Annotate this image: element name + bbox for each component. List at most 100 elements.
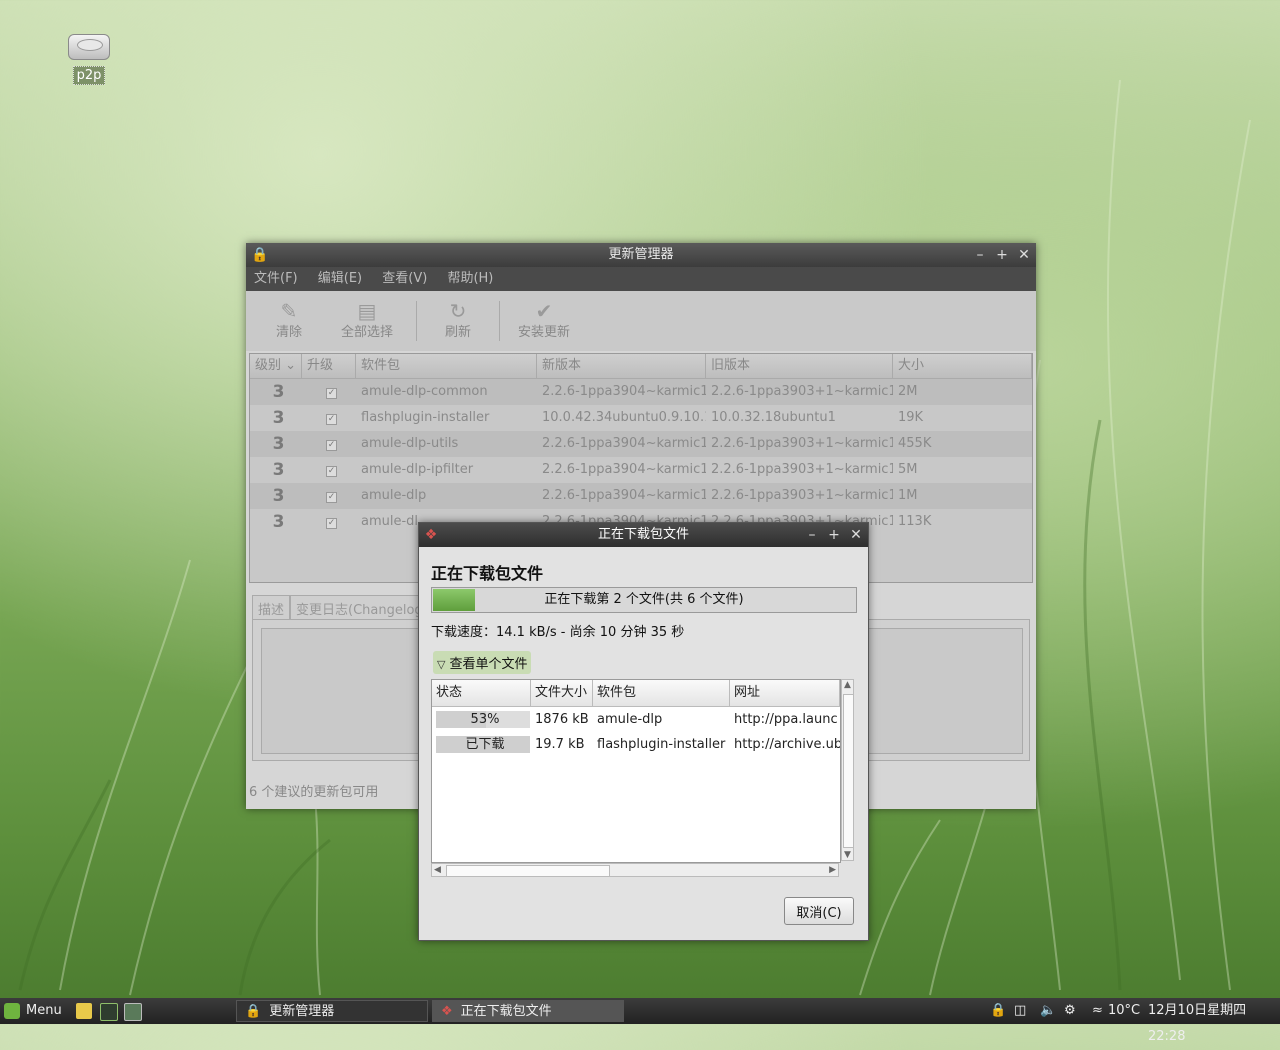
- scroll-thumb[interactable]: [446, 865, 610, 877]
- minimize-button[interactable]: –: [970, 243, 990, 267]
- show-files-expander[interactable]: ▽ 查看单个文件: [433, 651, 532, 674]
- download-dialog-title: 正在下载包文件: [597, 527, 689, 542]
- scroll-left-icon[interactable]: ◀: [434, 865, 441, 875]
- desktop-icon-label: p2p: [72, 66, 106, 85]
- menu-label: Menu: [26, 1003, 62, 1018]
- expand-triangle-icon: ▽: [437, 658, 446, 671]
- clear-label: 清除: [275, 325, 302, 340]
- upgrade-checkbox[interactable]: ✓: [302, 405, 356, 431]
- terminal-icon[interactable]: [100, 1003, 118, 1021]
- vertical-scrollbar[interactable]: ▲ ▼: [841, 679, 854, 861]
- update-notifier-icon[interactable]: ⚙: [1064, 998, 1076, 1024]
- package-row[interactable]: 3 ✓ amule-dlp-utils 2.2.6-1ppa3904~karmi…: [250, 431, 1032, 457]
- maximize-button[interactable]: +: [992, 243, 1012, 267]
- menu-edit[interactable]: 编辑(E): [318, 271, 362, 286]
- col-size[interactable]: 大小: [893, 354, 1032, 378]
- refresh-icon: ↻: [449, 299, 467, 323]
- package-size: 1M: [898, 488, 918, 503]
- download-dialog: ❖ 正在下载包文件 – + ✕ 正在下载包文件 正在下载第 2 个文件(共 6 …: [418, 522, 869, 941]
- cancel-button[interactable]: 取消(C): [784, 897, 854, 925]
- network-icon[interactable]: ◫: [1014, 998, 1026, 1024]
- scroll-up-icon[interactable]: ▲: [844, 680, 851, 690]
- download-dialog-titlebar[interactable]: ❖ 正在下载包文件 – + ✕: [419, 523, 868, 547]
- menu-view[interactable]: 查看(V): [382, 271, 427, 286]
- task-update-manager[interactable]: 🔒 更新管理器: [236, 1000, 428, 1022]
- level-badge: 3: [272, 486, 285, 506]
- close-button[interactable]: ✕: [1014, 243, 1034, 267]
- select-all-button[interactable]: ▤ 全部选择: [324, 291, 410, 351]
- upgrade-checkbox[interactable]: ✓: [302, 509, 356, 535]
- tab-description[interactable]: 描述: [252, 595, 291, 621]
- menu-bar: 文件(F) 编辑(E) 查看(V) 帮助(H): [246, 267, 1036, 291]
- select-all-label: 全部选择: [340, 325, 393, 340]
- scroll-thumb[interactable]: [843, 694, 854, 848]
- maximize-button[interactable]: +: [824, 523, 844, 547]
- tray-lock-icon[interactable]: 🔒: [990, 998, 1006, 1024]
- description-tabs: 描述 变更日志(Changelog): [252, 595, 434, 621]
- col-url[interactable]: 网址: [730, 680, 840, 706]
- package-row[interactable]: 3 ✓ amule-dlp 2.2.6-1ppa3904~karmic1 2.2…: [250, 483, 1032, 509]
- file-status: 53%: [432, 707, 531, 732]
- old-version: 2.2.6-1ppa3903+1~karmic1: [711, 384, 893, 399]
- desktop-icon-p2p[interactable]: p2p: [66, 34, 112, 85]
- text-editor-icon[interactable]: [76, 1003, 92, 1019]
- install-updates-button[interactable]: ✔ 安装更新: [506, 291, 582, 351]
- menu-help[interactable]: 帮助(H): [447, 271, 493, 286]
- col-new-version[interactable]: 新版本: [537, 354, 706, 378]
- package-row[interactable]: 3 ✓ amule-dlp-ipfilter 2.2.6-1ppa3904~ka…: [250, 457, 1032, 483]
- upgrade-checkbox[interactable]: ✓: [302, 457, 356, 483]
- level-badge: 3: [272, 434, 285, 454]
- file-row[interactable]: 53% 1876 kB amule-dlp http://ppa.launc: [432, 707, 840, 732]
- horizontal-scrollbar[interactable]: ◀ ▶: [431, 863, 839, 877]
- volume-icon[interactable]: 🔈: [1040, 998, 1056, 1024]
- level-badge: 3: [272, 460, 285, 480]
- col-status[interactable]: 状态: [432, 680, 531, 706]
- new-version: 2.2.6-1ppa3904~karmic1: [542, 436, 706, 451]
- hard-drive-icon: [68, 34, 110, 60]
- clear-button[interactable]: ✎ 清除: [254, 291, 324, 351]
- package-row[interactable]: 3 ✓ amule-dlp-common 2.2.6-1ppa3904~karm…: [250, 379, 1032, 405]
- package-name: flashplugin-installer: [361, 410, 490, 425]
- tab-changelog[interactable]: 变更日志(Changelog): [290, 595, 434, 621]
- taskbar: Menu 🔒 更新管理器 ❖ 正在下载包文件 🔒 ◫ 🔈 ⚙ ≈ 10°C 12月1…: [0, 998, 1280, 1044]
- col-upgrade[interactable]: 升级: [302, 354, 356, 378]
- broom-icon: ✎: [280, 299, 298, 323]
- scroll-down-icon[interactable]: ▼: [844, 850, 851, 860]
- col-package[interactable]: 软件包: [593, 680, 730, 706]
- task-download-dialog[interactable]: ❖ 正在下载包文件: [432, 1000, 624, 1022]
- package-rows: 3 ✓ amule-dlp-common 2.2.6-1ppa3904~karm…: [250, 379, 1032, 535]
- package-size: 19K: [898, 410, 924, 425]
- menu-file[interactable]: 文件(F): [254, 271, 298, 286]
- close-button[interactable]: ✕: [846, 523, 866, 547]
- weather-icon[interactable]: ≈: [1092, 998, 1103, 1024]
- old-version: 10.0.32.18ubuntu1: [711, 410, 836, 425]
- col-old-version[interactable]: 旧版本: [706, 354, 893, 378]
- update-manager-titlebar[interactable]: 🔒 更新管理器 – + ✕: [246, 243, 1036, 267]
- col-level[interactable]: 级别 ⌄: [250, 354, 302, 378]
- minimize-button[interactable]: –: [802, 523, 822, 547]
- package-row[interactable]: 3 ✓ flashplugin-installer 10.0.42.34ubun…: [250, 405, 1032, 431]
- refresh-button[interactable]: ↻ 刷新: [423, 291, 493, 351]
- toolbar: ✎ 清除 ▤ 全部选择 ↻ 刷新 ✔ 安装更新: [246, 291, 1036, 351]
- scroll-right-icon[interactable]: ▶: [829, 865, 836, 875]
- col-package[interactable]: 软件包: [356, 354, 537, 378]
- start-menu-button[interactable]: Menu: [4, 998, 62, 1024]
- status-text: 6 个建议的更新包可用: [249, 785, 379, 800]
- file-list[interactable]: 状态 文件大小 软件包 网址 53% 1876 kB amule-dlp htt…: [431, 679, 841, 863]
- upgrade-checkbox[interactable]: ✓: [302, 483, 356, 509]
- temperature[interactable]: 10°C: [1108, 998, 1140, 1024]
- toolbar-separator: [499, 301, 500, 341]
- status-text: 已下载: [465, 737, 505, 752]
- col-file-size[interactable]: 文件大小: [531, 680, 593, 706]
- lock-icon: 🔒: [251, 247, 269, 263]
- level-badge: 3: [272, 512, 285, 532]
- lock-icon: 🔒: [245, 1004, 262, 1019]
- show-desktop-icon[interactable]: [124, 1003, 142, 1021]
- overall-progress-bar: 正在下载第 2 个文件(共 6 个文件): [431, 587, 857, 613]
- file-size: 1876 kB: [535, 712, 589, 727]
- upgrade-checkbox[interactable]: ✓: [302, 431, 356, 457]
- upgrade-checkbox[interactable]: ✓: [302, 379, 356, 405]
- clock[interactable]: 12月10日星期四 22:28: [1148, 998, 1280, 1050]
- file-row[interactable]: 已下载 19.7 kB flashplugin-installer http:/…: [432, 732, 840, 757]
- package-name: amule-dlp: [361, 488, 427, 503]
